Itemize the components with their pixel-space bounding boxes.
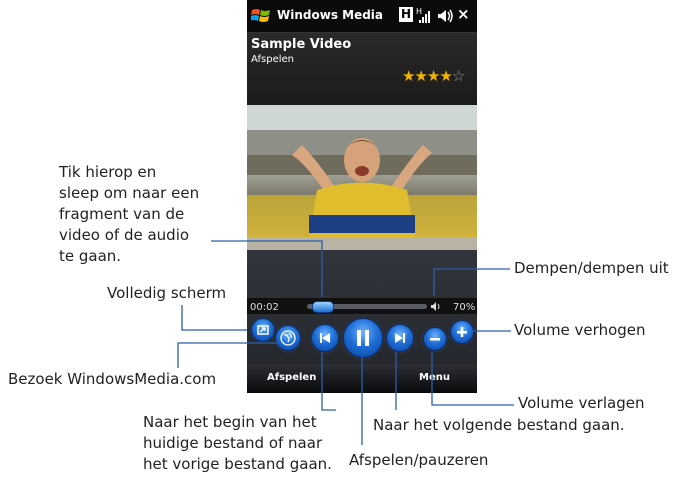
- callout-volup: Volume verhogen: [514, 321, 646, 339]
- seek-callout-line: [211, 240, 323, 297]
- callout-fullscreen: Volledig scherm: [107, 284, 227, 302]
- callout-mute: Dempen/dempen uit: [514, 259, 669, 277]
- fullscreen-callout-line: [181, 305, 247, 331]
- mute-callout-line: [433, 268, 510, 296]
- prev-callout-line: [321, 352, 336, 411]
- callout-next: Naar het volgende bestand gaan.: [373, 416, 625, 434]
- callout-play: Afspelen/pauzeren: [349, 451, 489, 469]
- callout-visit: Bezoek WindowsMedia.com: [8, 370, 217, 388]
- callout-voldown: Volume verlagen: [518, 394, 645, 412]
- callout-seek: Tik hierop en sleep om naar een fragment…: [59, 163, 200, 265]
- callout-prev: Naar het begin van het huidige bestand o…: [143, 413, 332, 473]
- visit-callout-line: [177, 342, 278, 368]
- voldown-callout-line: [431, 352, 514, 406]
